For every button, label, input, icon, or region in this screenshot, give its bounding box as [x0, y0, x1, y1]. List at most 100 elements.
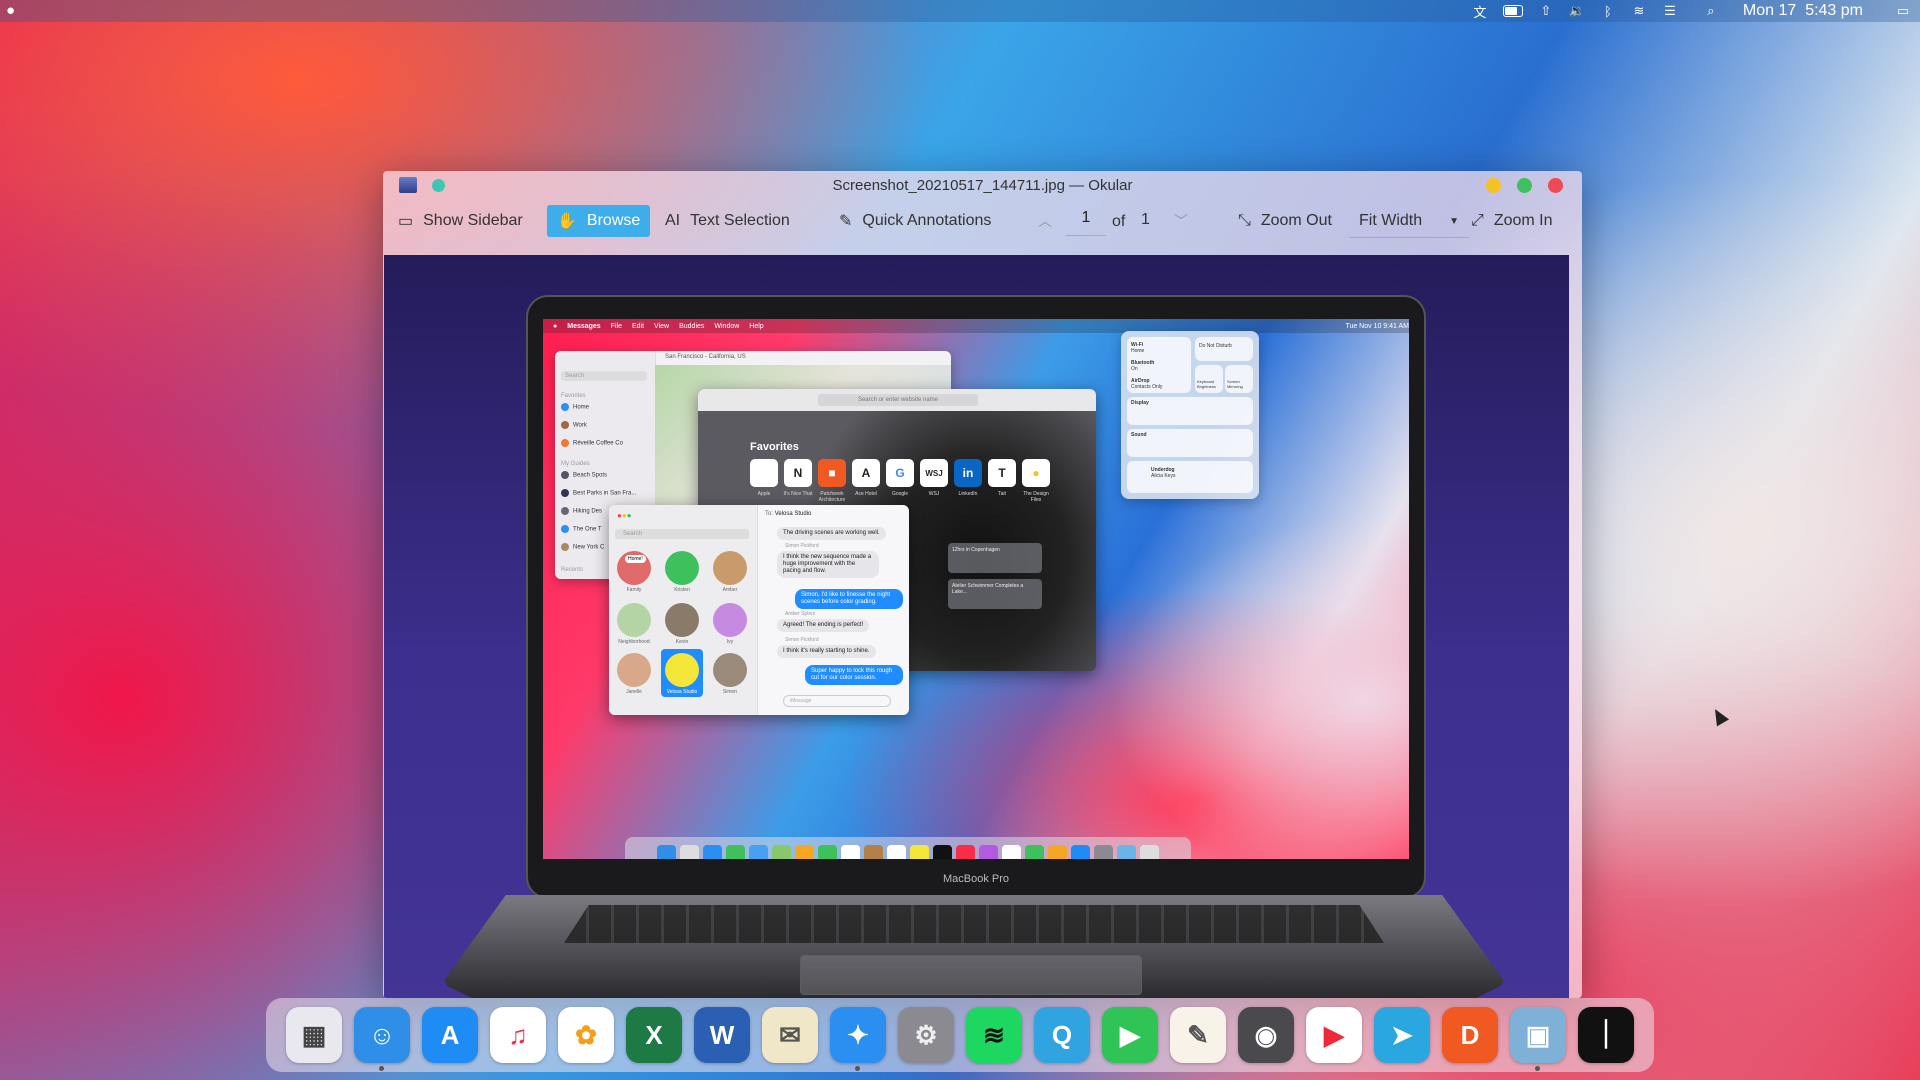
reading-list-card: 12hrs in Copenhagen — [948, 543, 1042, 573]
safari-icon[interactable]: ✦ — [830, 1007, 886, 1071]
zoom-mode-select[interactable]: Fit Width ▼ — [1349, 205, 1469, 238]
fav-label: Tait — [998, 491, 1006, 497]
fav-label: Patchwork Architecture — [818, 491, 846, 503]
avatar-label: Family — [626, 587, 642, 593]
avatar-label: Kevin — [675, 639, 689, 645]
macbook-trackpad — [800, 955, 1142, 995]
apple-menu-icon[interactable]: ● — [6, 2, 15, 19]
finder-icon[interactable]: ☺ — [354, 1007, 410, 1071]
cc-sound: Sound — [1127, 429, 1253, 457]
fav-tile: A — [852, 459, 880, 487]
running-indicator — [379, 1066, 384, 1071]
infuse-player-icon[interactable]: ▶ — [1306, 1007, 1362, 1063]
window-title: Screenshot_20210517_144711.jpg — Okular — [832, 177, 1133, 194]
next-page-icon[interactable]: ﹀ — [1174, 211, 1188, 231]
translate-icon[interactable]: 文 — [1471, 4, 1489, 20]
facetime-icon[interactable]: ▶ — [1102, 1007, 1158, 1063]
quick-annotations-button[interactable]: ✎ Quick Annotations — [829, 205, 1001, 237]
safari-toolbar: Search or enter website name — [698, 389, 1096, 411]
photos-icon[interactable]: ✿ — [558, 1007, 614, 1063]
avatar-label: Neighborhood — [618, 639, 650, 645]
maps-guides-header: My Guides — [561, 461, 590, 467]
avatar — [665, 603, 699, 637]
menu-bar: ● 文 ⇧ 🔉 ᛒ ≋ ☰ ⌕ Mon 17 5:43 pm ▭ — [0, 0, 1920, 22]
screenshot-icon[interactable]: ◉ — [1238, 1007, 1294, 1063]
running-indicator — [1535, 1066, 1540, 1071]
message-bubble: Agreed! The ending is perfect! — [777, 619, 870, 632]
maps-item: Réveille Coffee Co — [561, 439, 623, 447]
excel-icon[interactable]: X — [626, 1007, 682, 1063]
text-selection-button[interactable]: AI Text Selection — [655, 205, 800, 237]
spotify-icon[interactable]: ≋ — [966, 1007, 1022, 1063]
maps-favorites-header: Favorites — [561, 393, 586, 399]
zoom-out-label: Zoom Out — [1260, 212, 1332, 229]
inner-control-center: Wi-Fi Home Bluetooth On AirDrop Contacts On… — [1121, 331, 1259, 499]
wifi-icon[interactable]: ≋ — [1630, 3, 1648, 18]
fav-tile: ■ — [818, 459, 846, 487]
avatar-label: Kristen — [674, 587, 690, 593]
cc-bluetooth: Bluetooth On — [1131, 360, 1155, 372]
safari-url-field: Search or enter website name — [818, 394, 978, 406]
zoom-in-button[interactable]: ⤢ Zoom In — [1461, 205, 1563, 237]
fav-label: Ace Hotel — [855, 491, 877, 497]
inner-menu-item: Help — [749, 322, 764, 330]
dock: ▦ ☺ A ♫ ✿ X W ✉ ✦ ⚙ ≋ Q ▶ ✎ ◉ ▶ ➤ D ▣ ⏐ — [266, 998, 1654, 1072]
avatar-label: Janelle — [626, 689, 642, 695]
maps-search: Search — [561, 371, 647, 381]
fav-tile: WSJ — [920, 459, 948, 487]
home-badge: Home! — [625, 555, 646, 563]
clock-app-icon[interactable]: ⏐ — [1578, 1007, 1634, 1063]
menubar-date: Mon 17 — [1742, 2, 1797, 19]
laptop-model-label: MacBook Pro — [942, 873, 1010, 885]
app-store-icon[interactable]: A — [422, 1007, 478, 1063]
maps-guide: New York C — [561, 543, 604, 551]
bluetooth-icon[interactable]: ᛒ — [1599, 4, 1617, 19]
music-icon[interactable]: ♫ — [490, 1007, 546, 1063]
upload-icon[interactable]: ⇧ — [1537, 3, 1555, 18]
page-number-input[interactable]: 1 — [1066, 209, 1106, 236]
battery-icon[interactable] — [1502, 4, 1524, 18]
cc-mirroring: Screen Mirroring — [1225, 365, 1253, 393]
avatar — [713, 603, 747, 637]
fav-tile — [750, 459, 778, 487]
document-viewport[interactable]: ● Messages File Edit View Buddies Window… — [384, 255, 1569, 998]
image-viewer-icon[interactable]: ▣ — [1510, 1007, 1566, 1071]
minimize-button[interactable] — [1486, 178, 1501, 193]
launchpad-icon[interactable]: ▦ — [286, 1007, 342, 1063]
avatar-label: Amber — [722, 587, 738, 593]
menubar-clock[interactable]: Mon 17 5:43 pm — [1743, 2, 1863, 20]
previous-page-icon[interactable]: ︿ — [1038, 211, 1052, 231]
fav-label: Apple — [757, 491, 771, 497]
avatar-label: Simon — [722, 689, 738, 695]
message-bubble: I think it's really starting to shine. — [777, 645, 876, 658]
text-cursor-icon: AI — [665, 212, 681, 229]
title-bar[interactable]: Screenshot_20210517_144711.jpg — Okular — [383, 171, 1582, 199]
system-preferences-icon[interactable]: ⚙ — [898, 1007, 954, 1063]
spotlight-search-icon[interactable]: ⌕ — [1702, 3, 1720, 18]
message-bubble: I think the new sequence made a huge imp… — [777, 551, 879, 578]
close-button[interactable] — [1548, 178, 1563, 193]
zoom-out-button[interactable]: ⤡ Zoom Out — [1228, 205, 1342, 237]
textedit-icon[interactable]: ✎ — [1170, 1007, 1226, 1063]
zoom-out-icon: ⤡ — [1238, 212, 1251, 229]
telegram-icon[interactable]: ➤ — [1374, 1007, 1430, 1063]
avatar-label: Velosa Studio — [666, 689, 698, 695]
inner-menu-item: File — [610, 322, 622, 330]
volume-icon[interactable]: 🔉 — [1568, 3, 1586, 18]
maps-guide: Beach Spots — [561, 471, 607, 479]
cc-now-playing: Underdog Alicia Keys — [1127, 461, 1253, 493]
text-selection-label: Text Selection — [690, 212, 790, 229]
avatar — [713, 653, 747, 687]
preview-icon[interactable]: ✉ — [762, 1007, 818, 1063]
notification-center-icon[interactable]: ▭ — [1894, 3, 1912, 18]
quicktime-icon[interactable]: Q — [1034, 1007, 1090, 1063]
show-sidebar-button[interactable]: ▭ Show Sidebar — [388, 205, 533, 237]
messages-to-field: To: Velosa Studio — [765, 511, 812, 517]
cc-keyboard: Keyboard Brightness — [1195, 365, 1223, 393]
office-icon[interactable]: D — [1442, 1007, 1498, 1063]
word-icon[interactable]: W — [694, 1007, 750, 1063]
maximize-button[interactable] — [1517, 178, 1532, 193]
control-center-icon[interactable]: ☰ — [1661, 3, 1679, 18]
browse-button[interactable]: ✋ Browse — [547, 205, 651, 237]
page-total: 1 — [1141, 211, 1150, 228]
